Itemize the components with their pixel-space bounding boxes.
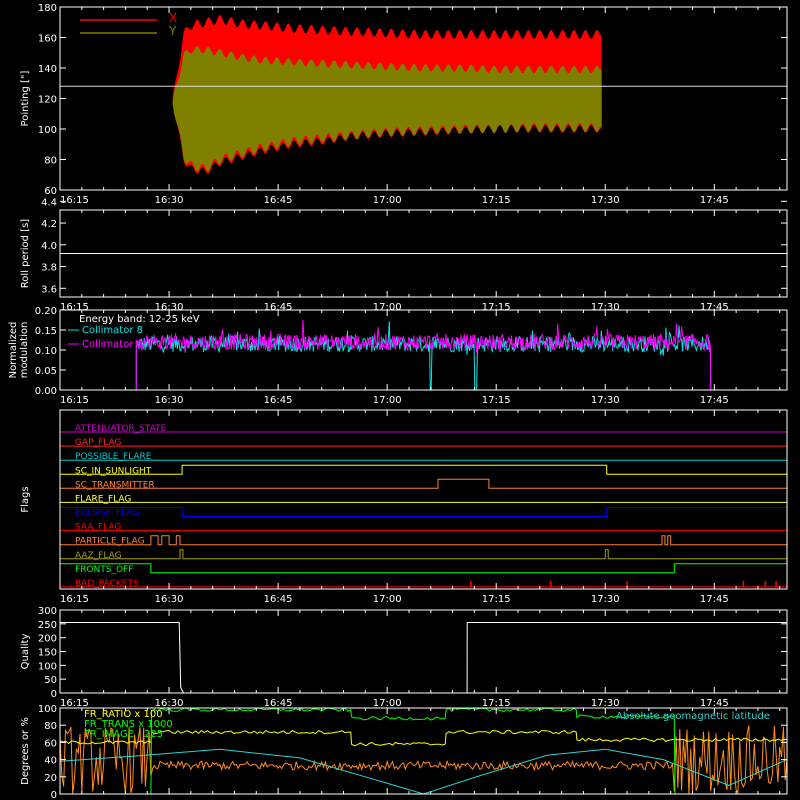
y-tick-label: 160 [38,34,57,45]
x-tick-label: 17:30 [591,195,620,206]
x-tick-label: 17:30 [591,698,620,709]
y-tick-label: 0.15 [35,326,57,337]
x-tick-label: 17:30 [591,395,620,406]
y-tick-label: 100 [38,125,57,136]
x-tick-label: 16:45 [264,594,293,605]
y-axis-label: Quality [20,634,31,670]
x-tick-label: 16:30 [155,302,184,313]
legend-label-fr-image: FR_IMAGE - 225 [84,729,163,740]
x-tick-label: 16:30 [155,698,184,709]
x-tick-label: 17:15 [482,195,511,206]
y-tick-label: 300 [38,606,57,617]
x-tick-label: 17:15 [482,302,511,313]
y-tick-label: 4.4 [41,197,57,208]
y-tick-label: 100 [38,704,57,715]
y-tick-label: 0 [51,689,57,700]
y-axis-label: Flags [20,486,31,512]
x-tick-label: 16:45 [264,195,293,206]
x-tick-label: 17:45 [700,594,729,605]
flag-label: BAD_PACKETS [75,579,139,589]
x-tick-label: 16:15 [60,594,89,605]
x-tick-label: 16:45 [264,302,293,313]
y-tick-label: 60 [44,186,57,197]
x-tick-label: 16:30 [155,395,184,406]
x-tick-label: 17:30 [591,594,620,605]
multi-panel-chart: XY 16:15 16:30 16:45 17:00 17:15 17:30 17:45 60 8… [0,0,800,800]
x-tick-label: 17:30 [591,302,620,313]
y-tick-label: 180 [38,3,57,14]
y-tick-label: 40 [44,756,57,767]
x-tick-label: 17:15 [482,395,511,406]
legend-label-collimator-9: Collimator 9 [82,339,143,350]
flag-label: POSSIBLE_FLARE [75,452,152,462]
x-tick-label: 17:00 [373,698,402,709]
flag-label: ECLIPSE_FLAG [75,509,139,519]
x-tick-label: 16:15 [60,195,89,206]
flag-label: SAA_FLAG [75,523,121,533]
y-tick-label: 3.8 [41,263,57,274]
y-tick-label: 0 [51,790,57,800]
y-axis-label: Normalized [8,322,19,379]
x-tick-label: 16:45 [264,698,293,709]
y-tick-label: 3.6 [41,284,57,295]
y-tick-label: 4.2 [41,219,57,230]
y-tick-label: 120 [38,95,57,106]
y-tick-label: 100 [38,661,57,672]
y-tick-label: 0.00 [35,386,57,397]
y-tick-label: 0.20 [35,306,57,317]
y-axis-label: Degrees or % [20,717,31,785]
x-tick-label: 17:00 [373,395,402,406]
x-tick-label: 17:00 [373,302,402,313]
flag-label: FLARE_FLAG [75,494,131,504]
y-tick-label: 0.10 [35,346,57,357]
y-tick-label: 80 [44,721,57,732]
x-tick-label: 17:45 [700,395,729,406]
x-tick-label: 17:45 [700,195,729,206]
flag-label: AAZ_FLAG [75,551,122,561]
x-tick-label: 17:00 [373,195,402,206]
y-tick-label: 80 [44,156,57,167]
y-tick-label: 0.05 [35,366,57,377]
x-tick-label: 17:15 [482,594,511,605]
x-tick-label: 16:15 [60,302,89,313]
x-tick-label: 16:30 [155,594,184,605]
y-axis-label: Pointing ["] [20,70,31,126]
y-axis-label: Roll period [s] [20,219,31,288]
x-tick-label: 17:45 [700,698,729,709]
y-tick-label: 140 [38,64,57,75]
x-tick-label: 17:45 [700,302,729,313]
legend-label-y: Y [168,24,177,38]
flag-label: ATTENUATOR_STATE [75,424,167,434]
legend-label-geomagnetic-latitude: Absolute geomagnetic latitude [616,711,770,722]
y-tick-label: 60 [44,738,57,749]
y-tick-label: 150 [38,648,57,659]
y-tick-label: 200 [38,634,57,645]
flag-label: SC_IN_SUNLIGHT [75,466,152,476]
y-tick-label: 50 [44,675,57,686]
flag-label: FRONTS_OFF [75,565,133,575]
y-tick-label: 20 [44,773,57,784]
flag-label: SC_TRANSMITTER [75,480,155,490]
x-tick-label: 16:15 [60,395,89,406]
y-axis-label: modulation [19,322,30,379]
flag-label: PARTICLE_FLAG [75,537,145,547]
flag-label: GAP_FLAG [75,438,121,448]
x-tick-label: 17:15 [482,698,511,709]
y-tick-label: 250 [38,620,57,631]
legend-label-x: X [169,11,177,25]
legend-label-collimator-8: Collimator 8 [82,325,143,336]
x-tick-label: 16:45 [264,395,293,406]
x-tick-label: 17:00 [373,594,402,605]
energy-band-annotation: Energy band: 12-25 keV [79,314,200,325]
x-tick-label: 16:30 [155,195,184,206]
x-tick-label: 16:15 [60,698,89,709]
y-tick-label: 4.0 [41,241,57,252]
